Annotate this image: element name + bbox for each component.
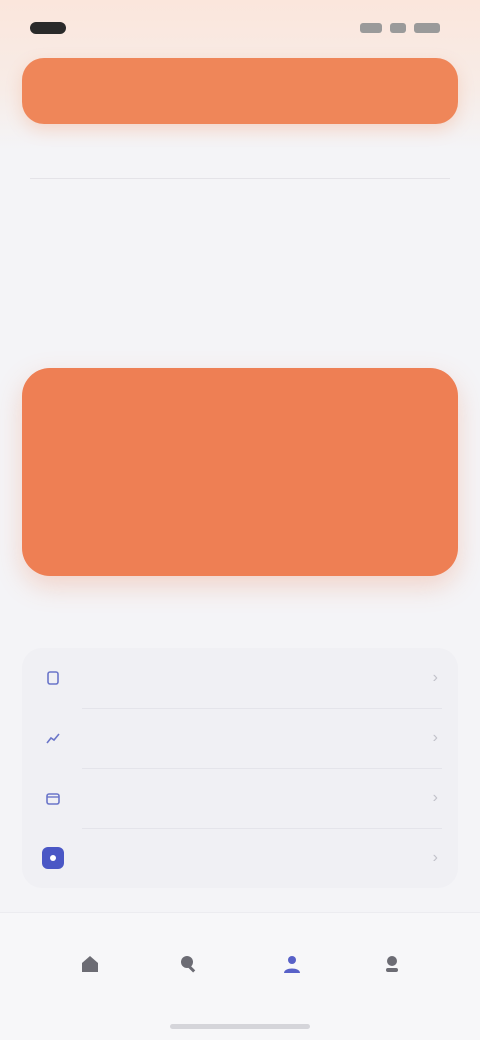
header-banner[interactable] (22, 58, 458, 124)
home-icon (73, 947, 107, 981)
menu-icon (375, 947, 409, 981)
tab-4[interactable] (132, 151, 140, 163)
nav-item-profile[interactable] (262, 947, 322, 1007)
document-icon (42, 667, 64, 689)
tab-2[interactable] (64, 151, 72, 163)
list-item[interactable]: › (22, 828, 458, 888)
status-icons (360, 23, 440, 33)
search-icon (171, 947, 205, 981)
tabs-divider (30, 178, 450, 179)
wifi-icon (390, 23, 406, 33)
battery-icon (414, 23, 440, 33)
signal-icon (360, 23, 382, 33)
list-card: › › › › (22, 648, 458, 888)
intro-block (34, 210, 334, 220)
app-screen: › › › › (0, 0, 480, 1040)
nav-item-search[interactable] (158, 947, 218, 1007)
tab-3[interactable] (98, 151, 106, 163)
list-item[interactable]: › (22, 648, 458, 708)
nav-item-menu[interactable] (362, 947, 422, 1007)
bottom-nav (0, 912, 480, 1040)
calendar-icon (42, 787, 64, 809)
home-indicator (170, 1024, 310, 1029)
tab-bar (30, 140, 480, 174)
chevron-right-icon: › (432, 669, 438, 686)
hero-card[interactable] (22, 368, 458, 576)
status-bar (0, 0, 480, 56)
profile-icon (275, 947, 309, 981)
tab-1[interactable] (30, 151, 38, 163)
status-time (30, 22, 66, 34)
list-item[interactable]: › (22, 768, 458, 828)
chevron-right-icon: › (432, 789, 438, 806)
list-item[interactable]: › (22, 708, 458, 768)
chart-icon (42, 727, 64, 749)
nav-item-home[interactable] (60, 947, 120, 1007)
chevron-right-icon: › (432, 729, 438, 746)
settings-icon (42, 847, 64, 869)
chevron-right-icon: › (432, 849, 438, 866)
